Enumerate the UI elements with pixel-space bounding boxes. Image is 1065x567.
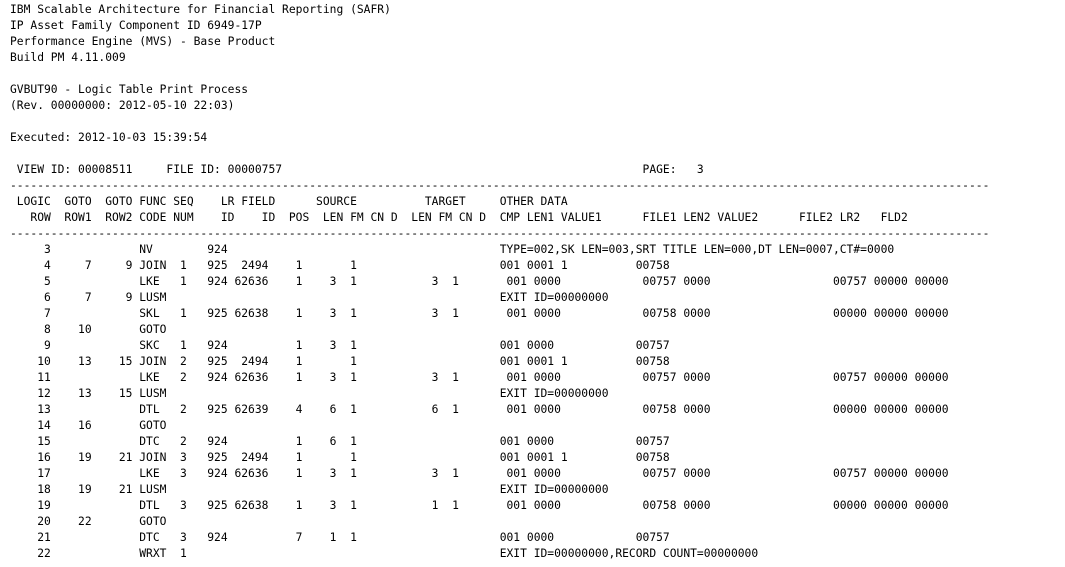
header-revision: (Rev. 00000000: 2012-05-10 22:03) — [10, 99, 235, 112]
table-row: 9 SKC 1 924 1 3 1 001 0000 00757 — [10, 339, 670, 352]
table-row: 8 10 GOTO — [10, 323, 167, 336]
table-row: 22 WRXT 1 EXIT ID=00000000,RECORD COUNT=… — [10, 547, 759, 560]
header-process-name: GVBUT90 - Logic Table Print Process — [10, 83, 249, 96]
table-row: 21 DTC 3 924 7 1 1 001 0000 00757 — [10, 531, 670, 544]
table-row: 10 13 15 JOIN 2 925 2494 1 1 001 0001 1 … — [10, 355, 670, 368]
column-header-line-2: ROW ROW1 ROW2 CODE NUM ID ID POS LEN FM … — [10, 211, 908, 224]
table-row: 6 7 9 LUSM EXIT ID=00000000 — [10, 291, 609, 304]
header-view-file-page: VIEW ID: 00008511 FILE ID: 00000757 PAGE… — [10, 163, 704, 176]
rule-line: ----------------------------------------… — [10, 179, 990, 192]
rule-line: ----------------------------------------… — [10, 227, 990, 240]
table-row: 17 LKE 3 924 62636 1 3 1 3 1 001 0000 00… — [10, 467, 949, 480]
table-row: 13 DTL 2 925 62639 4 6 1 6 1 001 0000 00… — [10, 403, 949, 416]
table-row: 11 LKE 2 924 62636 1 3 1 3 1 001 0000 00… — [10, 371, 949, 384]
header-build: Build PM 4.11.009 — [10, 51, 126, 64]
table-row: 20 22 GOTO — [10, 515, 167, 528]
header-product-name: Performance Engine (MVS) - Base Product — [10, 35, 276, 48]
table-row: 4 7 9 JOIN 1 925 2494 1 1 001 0001 1 007… — [10, 259, 670, 272]
table-row: 18 19 21 LUSM EXIT ID=00000000 — [10, 483, 609, 496]
table-row: 14 16 GOTO — [10, 419, 167, 432]
table-row: 12 13 15 LUSM EXIT ID=00000000 — [10, 387, 609, 400]
column-header-line-1: LOGIC GOTO GOTO FUNC SEQ LR FIELD SOURCE… — [10, 195, 568, 208]
table-row: 7 SKL 1 925 62638 1 3 1 3 1 001 0000 007… — [10, 307, 949, 320]
header-product-title: IBM Scalable Architecture for Financial … — [10, 3, 391, 16]
header-executed: Executed: 2012-10-03 15:39:54 — [10, 131, 208, 144]
table-row: 3 NV 924 TYPE=002,SK LEN=003,SRT TITLE L… — [10, 243, 895, 256]
report-page: IBM Scalable Architecture for Financial … — [10, 2, 989, 562]
table-row: 19 DTL 3 925 62638 1 3 1 1 1 001 0000 00… — [10, 499, 949, 512]
table-row: 15 DTC 2 924 1 6 1 001 0000 00757 — [10, 435, 670, 448]
table-row: 16 19 21 JOIN 3 925 2494 1 1 001 0001 1 … — [10, 451, 670, 464]
table-row: 5 LKE 1 924 62636 1 3 1 3 1 001 0000 007… — [10, 275, 949, 288]
header-component-id: IP Asset Family Component ID 6949-17P — [10, 19, 262, 32]
